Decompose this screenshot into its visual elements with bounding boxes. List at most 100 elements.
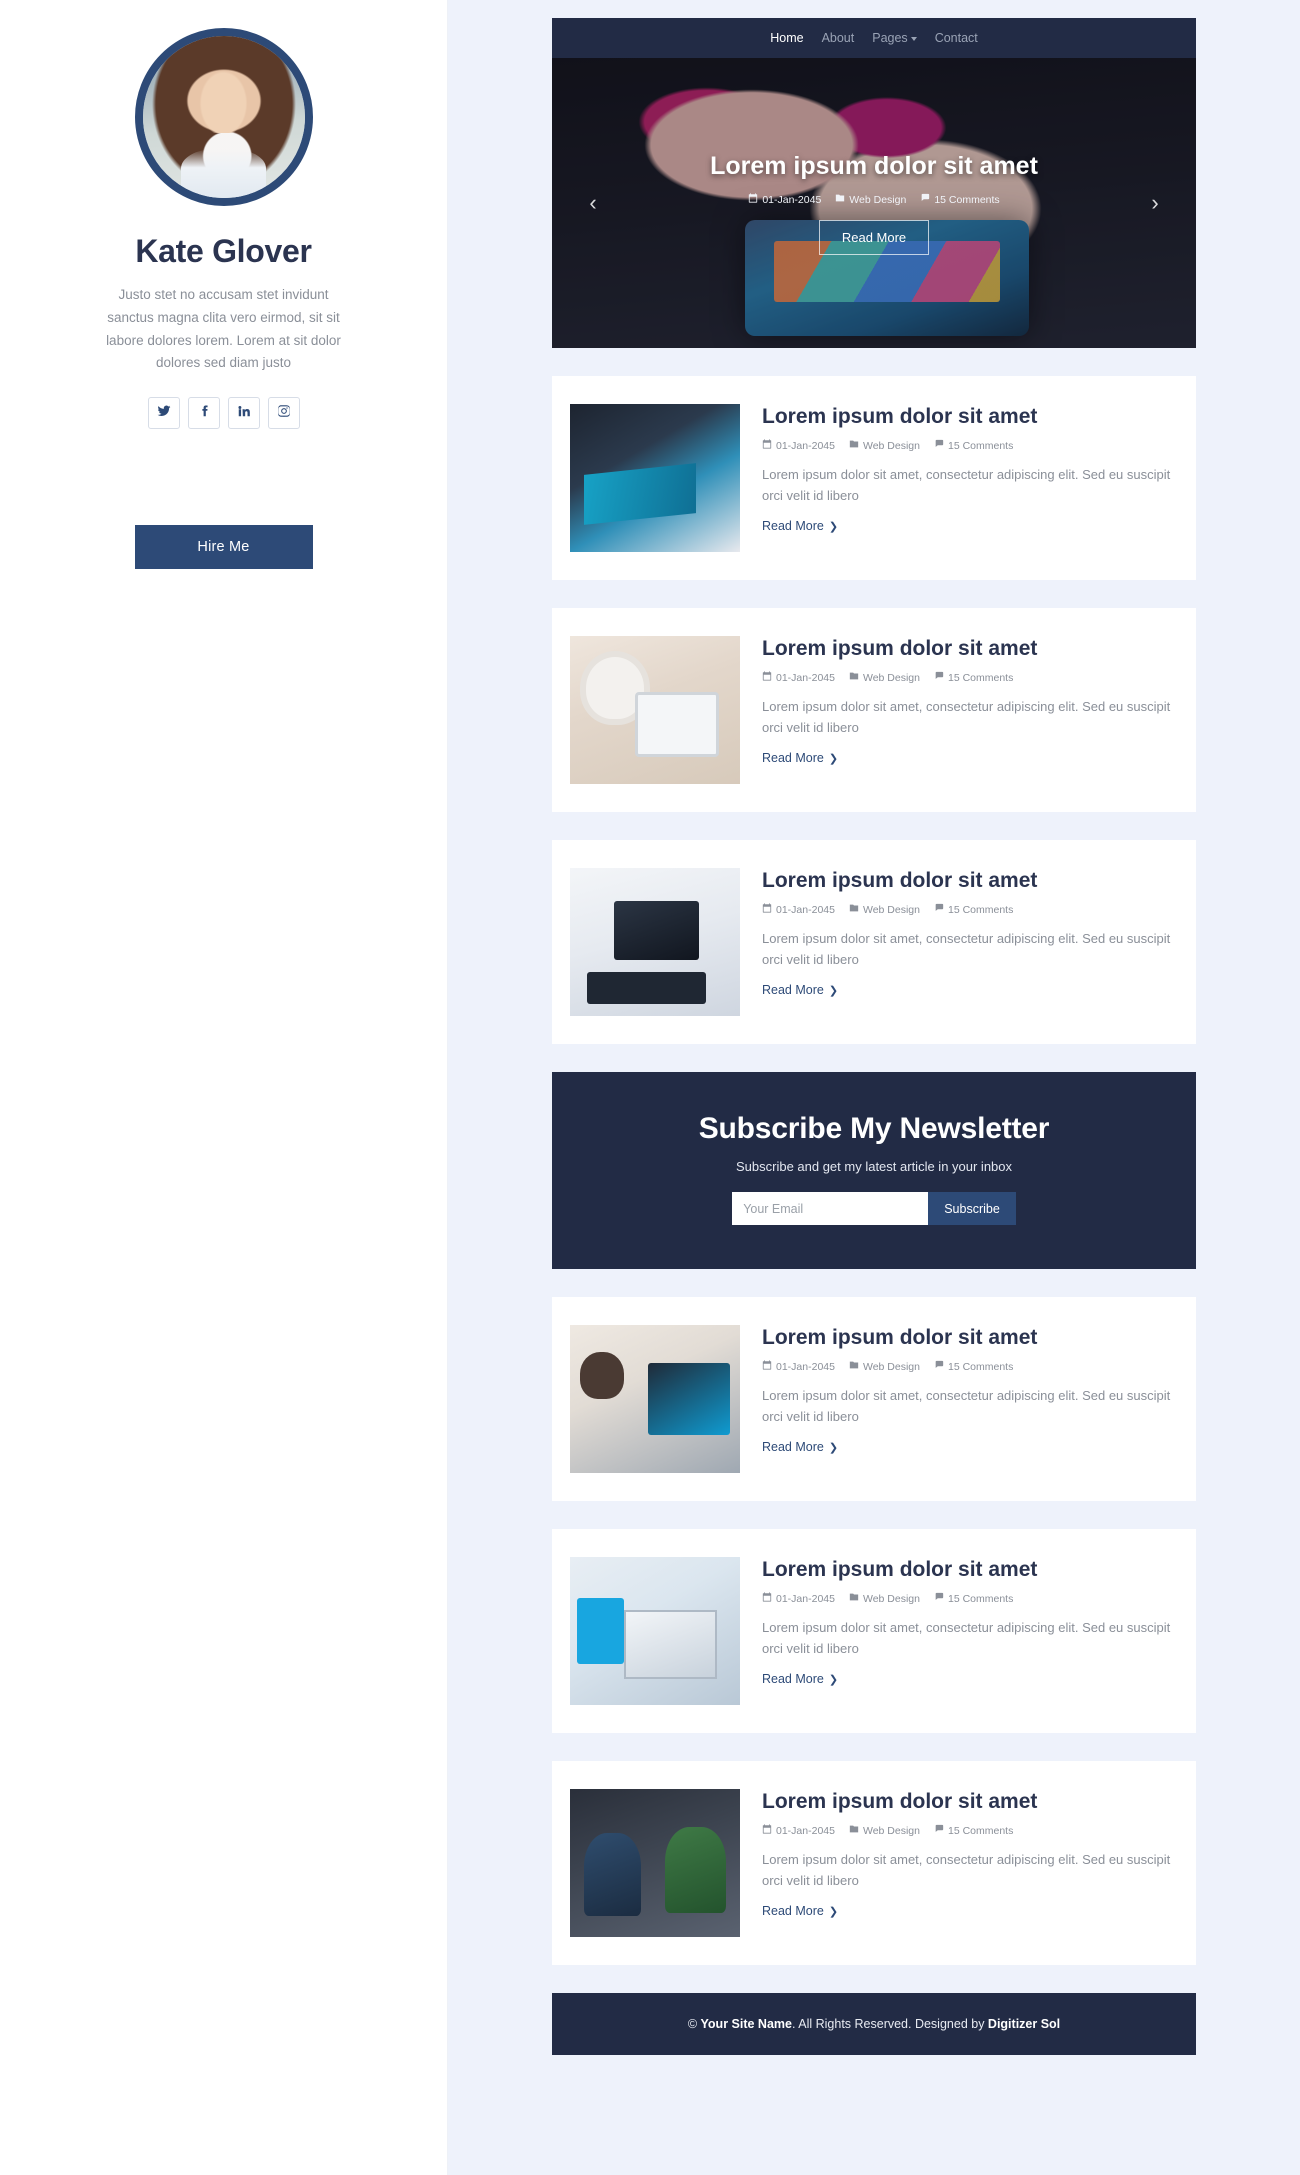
post-thumbnail (570, 1789, 740, 1937)
folder-icon (849, 1360, 859, 1373)
folder-icon (849, 1592, 859, 1605)
comments-icon (934, 439, 944, 452)
table-row[interactable]: Lorem ipsum dolor sit amet 01-Jan-2045 W… (552, 376, 1196, 580)
post-excerpt: Lorem ipsum dolor sit amet, consectetur … (762, 1388, 1171, 1425)
folder-icon (849, 671, 859, 684)
hero-date-text: 01-Jan-2045 (762, 193, 822, 206)
post-meta-category: Web Design (849, 439, 920, 452)
post-body: Lorem ipsum dolor sit amet 01-Jan-2045 W… (740, 840, 1196, 1027)
post-title[interactable]: Lorem ipsum dolor sit amet (762, 1789, 1174, 1815)
post-read-more-label: Read More (762, 1440, 824, 1455)
avatar-photo (142, 36, 305, 198)
hero-read-more-button[interactable]: Read More (818, 220, 930, 255)
comments-icon (934, 671, 944, 684)
post-spacer (552, 1733, 1196, 1761)
blog-post-list-top: Lorem ipsum dolor sit amet 01-Jan-2045 W… (552, 376, 1196, 1044)
linkedin-icon (237, 404, 251, 423)
twitter-icon (157, 404, 171, 423)
site-footer: © Your Site Name. All Rights Reserved. D… (552, 1993, 1196, 2055)
post-meta-date: 01-Jan-2045 (762, 1360, 835, 1373)
social-link-instagram[interactable] (267, 397, 300, 430)
nav-item-contact[interactable]: Contact (935, 31, 978, 45)
post-read-more-link[interactable]: Read More ❯ (762, 1440, 838, 1454)
post-read-more-link[interactable]: Read More ❯ (762, 751, 838, 765)
post-excerpt: Lorem ipsum dolor sit amet, consectetur … (762, 1852, 1171, 1889)
chevron-down-icon (910, 36, 917, 41)
nav-item-home[interactable]: Home (770, 31, 803, 45)
post-thumbnail (570, 868, 740, 1016)
nav-item-about[interactable]: About (822, 31, 855, 45)
calendar-icon (762, 1824, 772, 1837)
post-body: Lorem ipsum dolor sit amet 01-Jan-2045 W… (740, 608, 1196, 795)
calendar-icon (762, 1360, 772, 1373)
post-meta-comments: 15 Comments (934, 671, 1013, 684)
post-date-text: 01-Jan-2045 (776, 1592, 835, 1605)
post-meta: 01-Jan-2045 Web Design 15 Comments (762, 1360, 1174, 1373)
post-meta: 01-Jan-2045 Web Design 15 Comments (762, 1824, 1174, 1837)
post-title[interactable]: Lorem ipsum dolor sit amet (762, 868, 1174, 894)
social-link-facebook[interactable] (187, 397, 220, 430)
post-title[interactable]: Lorem ipsum dolor sit amet (762, 1557, 1174, 1583)
carousel-prev-arrow[interactable]: ‹ (578, 188, 608, 218)
post-meta-category: Web Design (849, 903, 920, 916)
post-read-more-label: Read More (762, 751, 824, 766)
post-body: Lorem ipsum dolor sit amet 01-Jan-2045 W… (740, 1297, 1196, 1484)
subscribe-button[interactable]: Subscribe (928, 1192, 1016, 1225)
table-row[interactable]: Lorem ipsum dolor sit amet 01-Jan-2045 W… (552, 840, 1196, 1044)
table-row[interactable]: Lorem ipsum dolor sit amet 01-Jan-2045 W… (552, 608, 1196, 812)
comments-icon (920, 193, 930, 206)
newsletter-section: Subscribe My Newsletter Subscribe and ge… (552, 1072, 1196, 1269)
post-read-more-label: Read More (762, 1672, 824, 1687)
post-meta-category: Web Design (849, 1824, 920, 1837)
post-read-more-label: Read More (762, 1904, 824, 1919)
post-title[interactable]: Lorem ipsum dolor sit amet (762, 1325, 1174, 1351)
page-root: Kate Glover Justo stet no accusam stet i… (0, 0, 1300, 2175)
post-category-text: Web Design (862, 903, 920, 916)
post-read-more-label: Read More (762, 983, 824, 998)
sidebar: Kate Glover Justo stet no accusam stet i… (0, 0, 448, 2175)
post-meta-category: Web Design (849, 1592, 920, 1605)
post-title[interactable]: Lorem ipsum dolor sit amet (762, 404, 1174, 430)
table-row[interactable]: Lorem ipsum dolor sit amet 01-Jan-2045 W… (552, 1529, 1196, 1733)
footer-designer[interactable]: Digitizer Sol (988, 2017, 1060, 2031)
folder-icon (849, 439, 859, 452)
post-body: Lorem ipsum dolor sit amet 01-Jan-2045 W… (740, 376, 1196, 563)
post-comments-text: 15 Comments (947, 439, 1014, 452)
post-category-text: Web Design (862, 1824, 920, 1837)
post-read-more-link[interactable]: Read More ❯ (762, 519, 838, 533)
footer-site-name: Your Site Name (700, 2017, 792, 2031)
comments-icon (934, 903, 944, 916)
post-meta-comments: 15 Comments (934, 439, 1013, 452)
table-row[interactable]: Lorem ipsum dolor sit amet 01-Jan-2045 W… (552, 1761, 1196, 1965)
social-link-twitter[interactable] (147, 397, 180, 430)
main-content: Home About Pages Contact Lorem ipsum dol… (448, 0, 1300, 2175)
carousel-next-arrow[interactable]: › (1140, 188, 1170, 218)
table-row[interactable]: Lorem ipsum dolor sit amet 01-Jan-2045 W… (552, 1297, 1196, 1501)
post-title[interactable]: Lorem ipsum dolor sit amet (762, 636, 1174, 662)
blog-post-list-bottom: Lorem ipsum dolor sit amet 01-Jan-2045 W… (552, 1297, 1196, 1965)
post-spacer (552, 812, 1196, 840)
post-read-more-link[interactable]: Read More ❯ (762, 1904, 838, 1918)
calendar-icon (762, 439, 772, 452)
profile-name: Kate Glover (135, 233, 312, 269)
post-read-more-link[interactable]: Read More ❯ (762, 1672, 838, 1686)
post-date-text: 01-Jan-2045 (776, 903, 835, 916)
post-read-more-link[interactable]: Read More ❯ (762, 983, 838, 997)
nav-item-pages[interactable]: Pages (872, 31, 917, 45)
email-field[interactable] (732, 1192, 929, 1225)
post-thumbnail (570, 1557, 740, 1705)
social-link-linkedin[interactable] (227, 397, 260, 430)
avatar (134, 28, 313, 206)
post-comments-text: 15 Comments (947, 1592, 1014, 1605)
calendar-icon (762, 903, 772, 916)
post-category-text: Web Design (862, 671, 920, 684)
post-spacer (552, 580, 1196, 608)
post-meta-comments: 15 Comments (934, 1360, 1013, 1373)
hire-me-button[interactable]: Hire Me (134, 525, 313, 570)
newsletter-title: Subscribe My Newsletter (698, 1112, 1050, 1145)
post-excerpt: Lorem ipsum dolor sit amet, consectetur … (762, 467, 1171, 504)
hero-meta-category: Web Design (835, 193, 906, 206)
post-comments-text: 15 Comments (947, 671, 1014, 684)
post-meta-comments: 15 Comments (934, 903, 1013, 916)
post-meta-date: 01-Jan-2045 (762, 671, 835, 684)
